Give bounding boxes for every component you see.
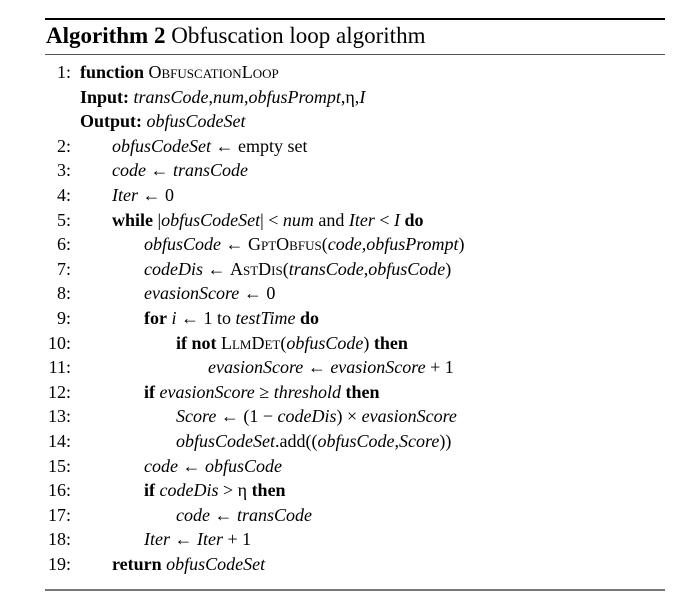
- line-code: obfusCodeSet.add((obfusCode,Score)): [176, 430, 452, 451]
- algorithm-title: Obfuscation loop algorithm: [171, 23, 426, 48]
- line-number: 17:: [47, 504, 71, 525]
- line-code: code ← transCode: [112, 160, 248, 181]
- line-number: 11:: [48, 357, 71, 378]
- algorithm-line: 13: Score ← (1 − codeDis) × evasionScore: [0, 404, 685, 429]
- line-number: 10:: [47, 332, 71, 353]
- algorithm-line: 10: if not LlmDet(obfusCode) then: [0, 331, 685, 356]
- algorithm-line: 1: function ObfuscationLoop: [0, 60, 685, 85]
- line-number: 8:: [56, 283, 71, 304]
- algorithm-line: 12: if evasionScore ≥ threshold then: [0, 380, 685, 405]
- line-number: 6:: [56, 234, 71, 255]
- line-number: 12:: [47, 381, 71, 402]
- line-code: function ObfuscationLoop: [80, 62, 279, 82]
- line-code: Input: transCode,num,obfusPrompt,η,I: [80, 86, 366, 107]
- algorithm-line: Input: transCode,num,obfusPrompt,η,I: [0, 85, 685, 110]
- line-code: if codeDis > η then: [144, 480, 286, 501]
- line-number: 15:: [47, 455, 71, 476]
- algorithm-body: 1: function ObfuscationLoop Input: transCo…: [0, 60, 685, 576]
- algorithm-line: 15: code ← obfusCode: [0, 454, 685, 479]
- line-number: 3:: [56, 160, 71, 181]
- caption-rule: [45, 54, 665, 55]
- algorithm-line: 2: obfusCodeSet ← empty set: [0, 134, 685, 159]
- line-code: while |obfusCodeSet| < num and Iter < I …: [112, 209, 424, 230]
- line-code: if not LlmDet(obfusCode) then: [176, 332, 408, 353]
- line-code: obfusCodeSet ← empty set: [112, 135, 308, 156]
- line-number: 14:: [47, 430, 71, 451]
- line-code: if evasionScore ≥ threshold then: [144, 381, 380, 402]
- line-code: codeDis ← AstDis(transCode,obfusCode): [144, 258, 452, 279]
- line-number: 7:: [56, 258, 71, 279]
- algorithm-label: Algorithm 2: [46, 23, 166, 48]
- algorithm-line: 7: codeDis ← AstDis(transCode,obfusCode): [0, 257, 685, 282]
- algorithm-line: 19: return obfusCodeSet: [0, 552, 685, 577]
- algorithm-line: 16: if codeDis > η then: [0, 478, 685, 503]
- top-rule: [45, 18, 665, 20]
- line-code: evasionScore ← evasionScore + 1: [208, 357, 454, 378]
- algorithm-line: 14: obfusCodeSet.add((obfusCode,Score)): [0, 429, 685, 454]
- line-code: for i ← 1 to testTime do: [144, 307, 320, 328]
- bottom-rule: [45, 589, 665, 591]
- line-code: Iter ← 0: [112, 184, 174, 205]
- line-number: 2:: [56, 135, 71, 156]
- algorithm-line: 6: obfusCode ← GptObfus(code,obfusPrompt): [0, 232, 685, 257]
- algorithm-line: 3: code ← transCode: [0, 158, 685, 183]
- algorithm-line: 17: code ← transCode: [0, 503, 685, 528]
- line-code: evasionScore ← 0: [144, 283, 276, 304]
- line-code: code ← obfusCode: [144, 455, 282, 476]
- line-number: 18:: [47, 529, 71, 550]
- line-number: 9:: [56, 307, 71, 328]
- line-number: 5:: [56, 209, 71, 230]
- algorithm-line: 11: evasionScore ← evasionScore + 1: [0, 355, 685, 380]
- line-number: 19:: [47, 553, 71, 574]
- line-code: code ← transCode: [176, 504, 312, 525]
- line-number: 13:: [47, 406, 71, 427]
- algorithm-line: 18: Iter ← Iter + 1: [0, 527, 685, 552]
- line-number: 4:: [56, 184, 71, 205]
- algorithm-line: 5: while |obfusCodeSet| < num and Iter < …: [0, 208, 685, 233]
- line-code: Score ← (1 − codeDis) × evasionScore: [176, 406, 457, 427]
- line-code: return obfusCodeSet: [112, 553, 266, 574]
- line-number: 1:: [56, 62, 71, 82]
- line-code: Output: obfusCodeSet: [80, 111, 246, 132]
- line-code: obfusCode ← GptObfus(code,obfusPrompt): [144, 234, 465, 255]
- algorithm-line: 8: evasionScore ← 0: [0, 281, 685, 306]
- algorithm-caption: Algorithm 2 Obfuscation loop algorithm: [46, 21, 425, 51]
- algorithm-line: Output: obfusCodeSet: [0, 109, 685, 134]
- algorithm-line: 9: for i ← 1 to testTime do: [0, 306, 685, 331]
- line-number: 16:: [47, 480, 71, 501]
- algorithm-line: 4: Iter ← 0: [0, 183, 685, 208]
- line-code: Iter ← Iter + 1: [144, 529, 252, 550]
